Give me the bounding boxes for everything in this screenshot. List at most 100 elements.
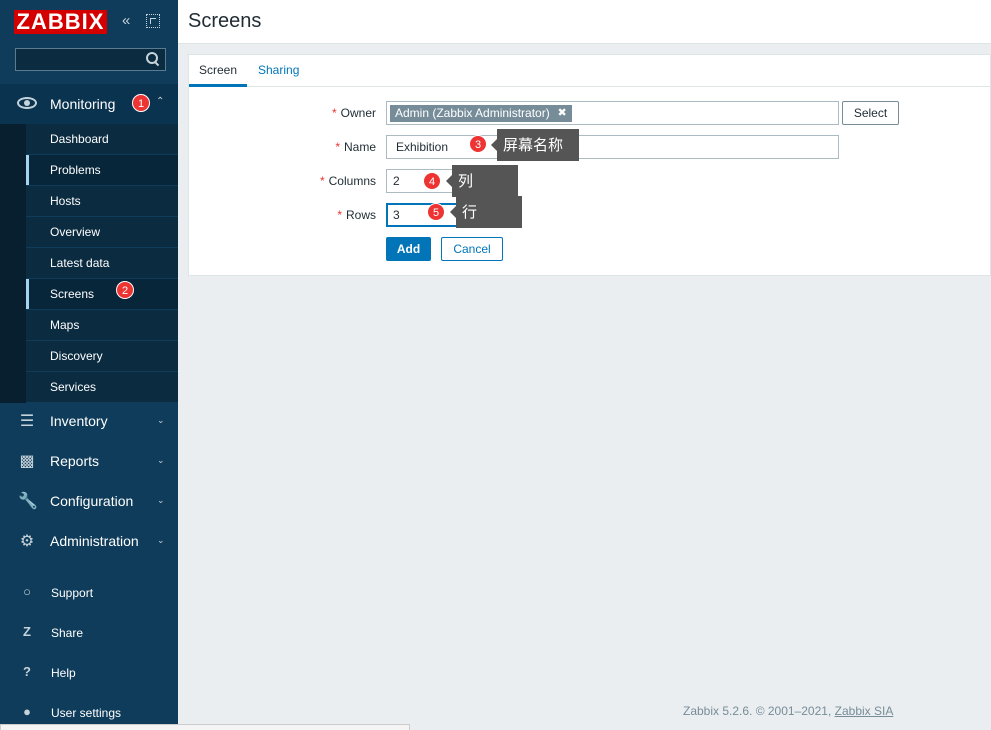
- headset-icon: ○: [23, 584, 31, 599]
- rows-field[interactable]: 3: [386, 203, 458, 227]
- sidebar-item-hosts[interactable]: Hosts: [0, 186, 178, 217]
- gear-icon: ⚙: [19, 533, 35, 550]
- nav-support[interactable]: ○ Support: [0, 574, 178, 614]
- required-marker: *: [331, 106, 337, 120]
- nav-reports[interactable]: ▩ Reports ⌄: [0, 442, 178, 482]
- search-input[interactable]: [15, 48, 166, 71]
- active-tab-underline: [189, 84, 247, 87]
- active-indicator: [26, 279, 29, 309]
- submenu-indent: [0, 155, 26, 186]
- sidebar-item-discovery[interactable]: Discovery: [0, 341, 178, 372]
- nav-inventory[interactable]: ☰ Inventory ⌄: [0, 402, 178, 442]
- annotation-tooltip-rows: 行: [450, 196, 522, 228]
- sidebar-item-latest-data[interactable]: Latest data: [0, 248, 178, 279]
- chevron-up-icon: ⌃: [156, 96, 165, 107]
- header-divider: [178, 43, 991, 44]
- nav-administration[interactable]: ⚙ Administration ⌄: [0, 522, 178, 562]
- page-header: [178, 0, 991, 44]
- annotation-badge-4: 4: [423, 172, 441, 190]
- annotation-badge-5: 5: [427, 203, 445, 221]
- required-marker: *: [335, 140, 340, 154]
- annotation-tooltip-name: 屏幕名称: [491, 129, 579, 161]
- wrench-icon: 🔧: [18, 493, 38, 510]
- submenu-indent: [0, 310, 26, 341]
- sidebar-item-label: Discovery: [50, 349, 103, 363]
- nav-user-settings-label: User settings: [51, 706, 122, 720]
- submenu-indent: [0, 341, 26, 372]
- annotation-badge-3: 3: [469, 135, 487, 153]
- submenu-indent: [0, 248, 26, 279]
- help-icon: ?: [23, 664, 31, 679]
- tab-sharing[interactable]: Sharing: [258, 63, 299, 77]
- submenu-indent: [0, 124, 26, 155]
- active-indicator: [26, 155, 29, 185]
- nav-configuration[interactable]: 🔧 Configuration ⌄: [0, 482, 178, 522]
- nav-inventory-label: Inventory: [50, 413, 108, 429]
- browser-status-bar: [0, 724, 410, 730]
- nav-monitoring-label: Monitoring: [50, 96, 116, 112]
- nav-share-label: Share: [51, 626, 84, 640]
- annotation-badge-1: 1: [132, 94, 150, 112]
- nav-configuration-label: Configuration: [50, 493, 134, 509]
- columns-label: * Columns: [266, 174, 376, 188]
- required-marker: *: [337, 208, 342, 222]
- sidebar-item-overview[interactable]: Overview: [0, 217, 178, 248]
- submenu-indent: [0, 279, 26, 310]
- name-field[interactable]: Exhibition: [386, 135, 839, 159]
- nav-support-label: Support: [51, 586, 94, 600]
- monitoring-submenu: Dashboard Problems Hosts Overview Latest…: [0, 124, 178, 403]
- select-owner-button[interactable]: Select: [842, 101, 899, 125]
- nav-share[interactable]: Z Share: [0, 614, 178, 654]
- collapse-sidebar-icon[interactable]: «: [122, 12, 138, 30]
- nav-reports-label: Reports: [50, 453, 100, 469]
- submenu-indent: [0, 186, 26, 217]
- submenu-indent: [0, 217, 26, 248]
- submenu-indent: [0, 372, 26, 403]
- owner-tag-text: Admin (Zabbix Administrator): [395, 106, 550, 120]
- owner-multiselect[interactable]: Admin (Zabbix Administrator) ✖: [386, 101, 839, 125]
- sidebar-item-dashboard[interactable]: Dashboard: [0, 124, 178, 155]
- list-icon: ☰: [19, 413, 35, 430]
- footer: Zabbix 5.2.6. © 2001–2021, Zabbix SIA: [683, 704, 893, 718]
- eye-icon: [17, 97, 37, 109]
- sidebar-item-screens[interactable]: Screens: [0, 279, 178, 310]
- tab-screen[interactable]: Screen: [199, 63, 237, 77]
- remove-icon[interactable]: ✖: [558, 105, 567, 122]
- sidebar-item-label: Screens: [50, 287, 95, 301]
- sidebar-item-label: Hosts: [50, 194, 81, 208]
- cancel-button[interactable]: Cancel: [441, 237, 503, 261]
- zabbix-logo[interactable]: ZABBIX: [14, 10, 107, 34]
- kiosk-mode-icon[interactable]: [146, 14, 160, 28]
- rows-label-text: Rows: [345, 208, 376, 222]
- sidebar-item-problems[interactable]: Problems: [0, 155, 178, 186]
- bar-chart-icon: ▩: [19, 453, 35, 470]
- sidebar-item-maps[interactable]: Maps: [0, 310, 178, 341]
- sidebar-item-label: Overview: [50, 225, 101, 239]
- annotation-badge-2: 2: [116, 281, 134, 299]
- page-title: Screens: [188, 10, 262, 32]
- sidebar-item-label: Services: [50, 380, 97, 394]
- annotation-tooltip-columns: 列: [446, 165, 518, 197]
- chevron-down-icon: ⌄: [157, 495, 165, 505]
- name-label: * Name: [266, 140, 376, 154]
- nav-help-label: Help: [51, 666, 76, 680]
- footer-link[interactable]: Zabbix SIA: [835, 704, 894, 718]
- rows-label: * Rows: [266, 208, 376, 222]
- search-icon[interactable]: [146, 52, 160, 66]
- chevron-down-icon: ⌄: [157, 455, 165, 465]
- chevron-down-icon: ⌄: [157, 535, 165, 545]
- add-button[interactable]: Add: [386, 237, 431, 261]
- sidebar-item-services[interactable]: Services: [0, 372, 178, 403]
- owner-label-text: Owner: [340, 106, 376, 120]
- nav-monitoring[interactable]: Monitoring ⌃: [0, 84, 178, 124]
- user-icon: ●: [23, 704, 31, 719]
- owner-tag: Admin (Zabbix Administrator) ✖: [390, 105, 572, 122]
- share-icon: Z: [23, 624, 31, 639]
- footer-text: Zabbix 5.2.6. © 2001–2021,: [683, 704, 832, 718]
- nav-help[interactable]: ? Help: [0, 654, 178, 694]
- sidebar-item-label: Problems: [50, 163, 101, 177]
- required-marker: *: [319, 174, 325, 188]
- screen-form-panel: Screen Sharing: [188, 54, 991, 276]
- nav-administration-label: Administration: [50, 533, 139, 549]
- sidebar-item-label: Latest data: [50, 256, 110, 270]
